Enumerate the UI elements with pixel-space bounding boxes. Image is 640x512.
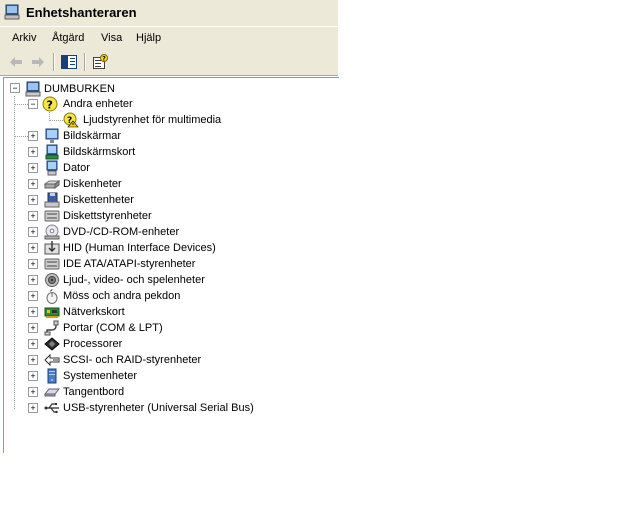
- warning-device-icon: ?: [63, 112, 79, 128]
- category-label[interactable]: Tangentbord: [63, 385, 124, 399]
- expander-expand[interactable]: +: [28, 387, 38, 397]
- disk-drive-icon: [44, 180, 60, 189]
- category-label[interactable]: Bildskärmskort: [63, 145, 135, 159]
- expander-expand[interactable]: +: [28, 323, 38, 333]
- category-label[interactable]: IDE ATA/ATAPI-styrenheter: [63, 257, 195, 271]
- display-adapter-icon: [45, 144, 59, 160]
- sound-icon: [45, 273, 59, 287]
- category-label[interactable]: USB-styrenheter (Universal Serial Bus): [63, 401, 254, 415]
- category-label[interactable]: Nätverkskort: [63, 305, 125, 319]
- category-label[interactable]: Diskettstyrenheter: [63, 209, 152, 223]
- menu-atgard[interactable]: Åtgärd: [52, 32, 84, 44]
- svg-text:?: ?: [102, 56, 106, 63]
- expander-expand[interactable]: +: [28, 275, 38, 285]
- toolbar-separator: [84, 53, 86, 71]
- category-label[interactable]: Diskettenheter: [63, 193, 134, 207]
- expander-expand[interactable]: +: [28, 307, 38, 317]
- floppy-icon: [44, 192, 60, 208]
- expander-expand[interactable]: +: [28, 131, 38, 141]
- category-label[interactable]: Bildskärmar: [63, 129, 121, 143]
- mouse-icon: [46, 288, 58, 304]
- device-tree[interactable]: − DUMBURKEN − ? Andra enheter ? Ljudstyr…: [3, 77, 339, 453]
- expander-expand[interactable]: +: [28, 211, 38, 221]
- unknown-device-icon: ?: [42, 96, 58, 112]
- usb-icon: [44, 403, 59, 414]
- hid-icon: [44, 241, 60, 255]
- expander-expand[interactable]: +: [28, 195, 38, 205]
- keyboard-icon: [44, 388, 60, 397]
- category-label[interactable]: SCSI- och RAID-styrenheter: [63, 353, 201, 367]
- properties-icon: ?: [93, 54, 108, 69]
- floppy-controller-icon: [44, 210, 60, 222]
- device-label[interactable]: Ljudstyrenhet för multimedia: [83, 113, 221, 127]
- category-label[interactable]: Portar (COM & LPT): [63, 321, 163, 335]
- menu-bar: Arkiv Åtgärd Visa Hjälp: [0, 26, 338, 50]
- back-icon: [10, 57, 22, 67]
- expander-expand[interactable]: +: [28, 259, 38, 269]
- show-hide-console-tree-button[interactable]: [59, 52, 79, 72]
- tree-connector: [49, 120, 63, 121]
- svg-text:?: ?: [47, 99, 53, 112]
- computer-icon: [46, 160, 58, 176]
- toolbar: ?: [0, 49, 338, 76]
- menu-hjalp[interactable]: Hjälp: [136, 32, 161, 44]
- back-button[interactable]: [6, 52, 26, 72]
- tree-connector: [14, 96, 15, 409]
- expander-expand[interactable]: +: [28, 227, 38, 237]
- expander-expand[interactable]: +: [28, 403, 38, 413]
- toolbar-separator: [53, 53, 55, 71]
- computer-icon: [4, 4, 20, 20]
- title-bar[interactable]: Enhetshanteraren: [0, 0, 338, 26]
- ide-controller-icon: [44, 258, 60, 270]
- expander-expand[interactable]: +: [28, 339, 38, 349]
- expander-collapse[interactable]: −: [28, 99, 38, 109]
- console-tree-icon: [61, 55, 77, 69]
- properties-button[interactable]: ?: [90, 52, 110, 72]
- forward-button[interactable]: [28, 52, 48, 72]
- device-manager-window: Enhetshanteraren Arkiv Åtgärd Visa Hjälp: [0, 0, 339, 453]
- port-icon: [44, 320, 59, 336]
- expander-expand[interactable]: +: [28, 163, 38, 173]
- processor-icon: [44, 337, 60, 351]
- tree-root-label[interactable]: DUMBURKEN: [44, 82, 115, 96]
- computer-icon: [25, 81, 41, 97]
- tree-connector: [14, 104, 28, 105]
- expander-collapse[interactable]: −: [10, 83, 20, 93]
- menu-visa[interactable]: Visa: [101, 32, 122, 44]
- category-label[interactable]: Andra enheter: [63, 97, 133, 111]
- expander-expand[interactable]: +: [28, 355, 38, 365]
- monitor-icon: [45, 128, 59, 143]
- cdrom-icon: [44, 224, 60, 240]
- expander-expand[interactable]: +: [28, 291, 38, 301]
- category-label[interactable]: Ljud-, video- och spelenheter: [63, 273, 205, 287]
- expander-expand[interactable]: +: [28, 243, 38, 253]
- tree-connector: [14, 136, 28, 137]
- scsi-icon: [44, 353, 60, 367]
- network-card-icon: [44, 307, 60, 318]
- category-label[interactable]: Dator: [63, 161, 90, 175]
- window-title: Enhetshanteraren: [26, 5, 137, 20]
- category-label[interactable]: Möss och andra pekdon: [63, 289, 180, 303]
- system-device-icon: [47, 368, 57, 384]
- forward-icon: [32, 57, 44, 67]
- expander-expand[interactable]: +: [28, 371, 38, 381]
- category-label[interactable]: Systemenheter: [63, 369, 137, 383]
- category-label[interactable]: HID (Human Interface Devices): [63, 241, 216, 255]
- menu-arkiv[interactable]: Arkiv: [12, 32, 36, 44]
- category-label[interactable]: Diskenheter: [63, 177, 122, 191]
- expander-expand[interactable]: +: [28, 179, 38, 189]
- category-label[interactable]: DVD-/CD-ROM-enheter: [63, 225, 179, 239]
- expander-expand[interactable]: +: [28, 147, 38, 157]
- category-label[interactable]: Processorer: [63, 337, 122, 351]
